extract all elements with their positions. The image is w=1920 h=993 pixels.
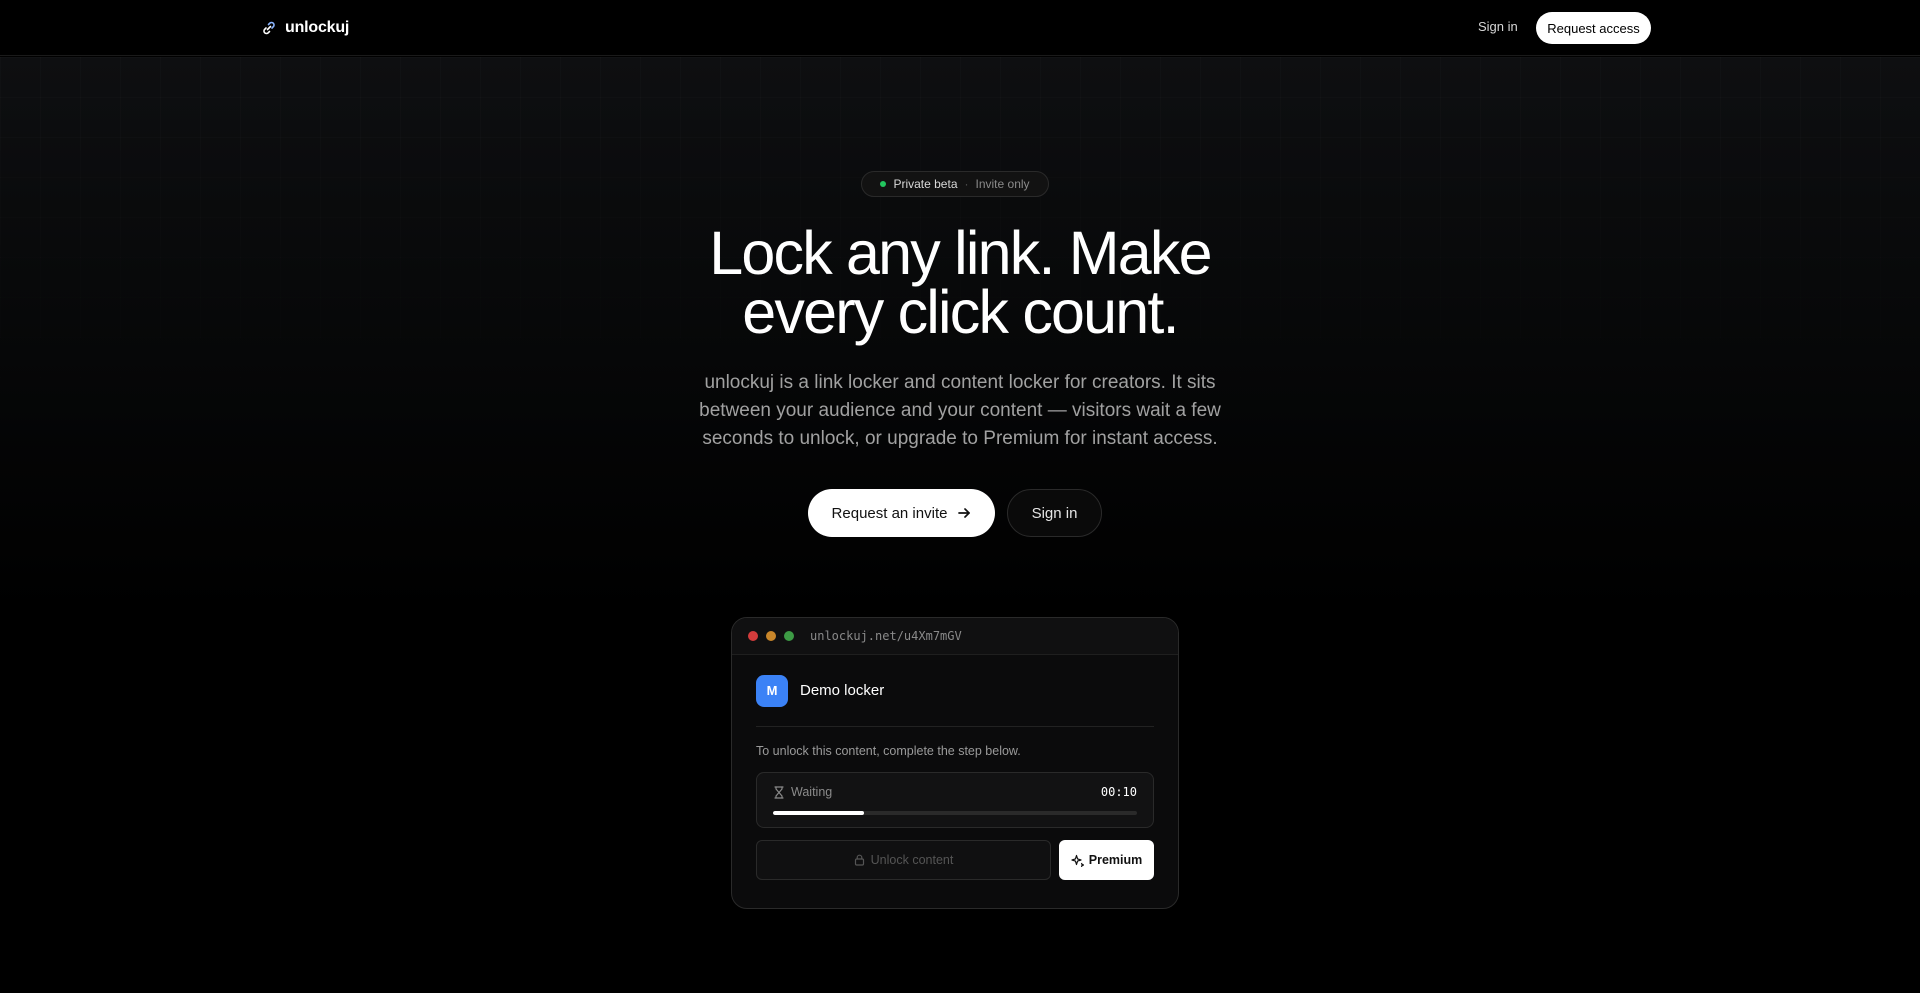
countdown-timer: 00:10 xyxy=(1100,785,1137,799)
lock-icon xyxy=(854,854,865,866)
window-maximize-dot xyxy=(784,631,794,641)
link-icon xyxy=(261,20,277,36)
window-close-dot xyxy=(748,631,758,641)
wait-progress-track xyxy=(773,811,1137,815)
beta-badge: Private beta · Invite only xyxy=(861,171,1049,197)
hero-headline: Lock any link. Make every click count. xyxy=(560,223,1360,343)
nav-signin-link[interactable]: Sign in xyxy=(1478,19,1518,34)
hourglass-icon xyxy=(773,785,785,799)
demo-locker-window: unlockuj.net/u4Xm7mGV M Demo locker To u… xyxy=(731,617,1179,909)
request-invite-button[interactable]: Request an invite xyxy=(808,489,995,537)
premium-label: Premium xyxy=(1088,853,1143,867)
request-access-button[interactable]: Request access xyxy=(1536,12,1651,44)
top-navbar: unlockuj Sign in Request access xyxy=(0,0,1920,56)
sparkle-icon xyxy=(1071,854,1084,867)
hero-subtitle: unlockuj is a link locker and content lo… xyxy=(699,372,1221,449)
avatar: M xyxy=(756,674,788,707)
unlock-content-button[interactable]: Unlock content xyxy=(756,840,1051,880)
window-url: unlockuj.net/u4Xm7mGV xyxy=(810,629,962,643)
unlock-instruction: To unlock this content, complete the ste… xyxy=(756,744,1021,758)
locker-header: M Demo locker xyxy=(756,655,1154,727)
brand-name: unlockuj xyxy=(285,19,350,36)
arrow-right-icon xyxy=(957,506,971,520)
badge-main-label: Private beta xyxy=(893,177,958,191)
unlock-content-label: Unlock content xyxy=(870,853,954,867)
window-titlebar: unlockuj.net/u4Xm7mGV xyxy=(732,618,1178,655)
locker-actions: Unlock content Premium xyxy=(756,840,1154,880)
locker-title: Demo locker xyxy=(800,682,885,699)
wait-label: Waiting xyxy=(791,785,833,799)
badge-sub-label: Invite only xyxy=(975,177,1030,191)
window-minimize-dot xyxy=(766,631,776,641)
wait-row: Waiting 00:10 xyxy=(773,785,1137,799)
headline-line-1: Lock any link. Make xyxy=(709,219,1212,287)
wait-status: Waiting xyxy=(773,785,832,799)
status-dot-icon xyxy=(880,181,887,187)
request-invite-label: Request an invite xyxy=(831,504,948,522)
headline-line-2: every click count. xyxy=(742,278,1179,346)
wait-progress-fill xyxy=(773,811,864,815)
wait-step-box: Waiting 00:10 xyxy=(756,772,1154,828)
locker-body: M Demo locker To unlock this content, co… xyxy=(732,655,1178,880)
premium-button[interactable]: Premium xyxy=(1059,840,1154,880)
brand-logo[interactable]: unlockuj xyxy=(261,17,349,39)
badge-separator: · xyxy=(964,177,969,191)
hero-signin-button[interactable]: Sign in xyxy=(1007,489,1102,537)
